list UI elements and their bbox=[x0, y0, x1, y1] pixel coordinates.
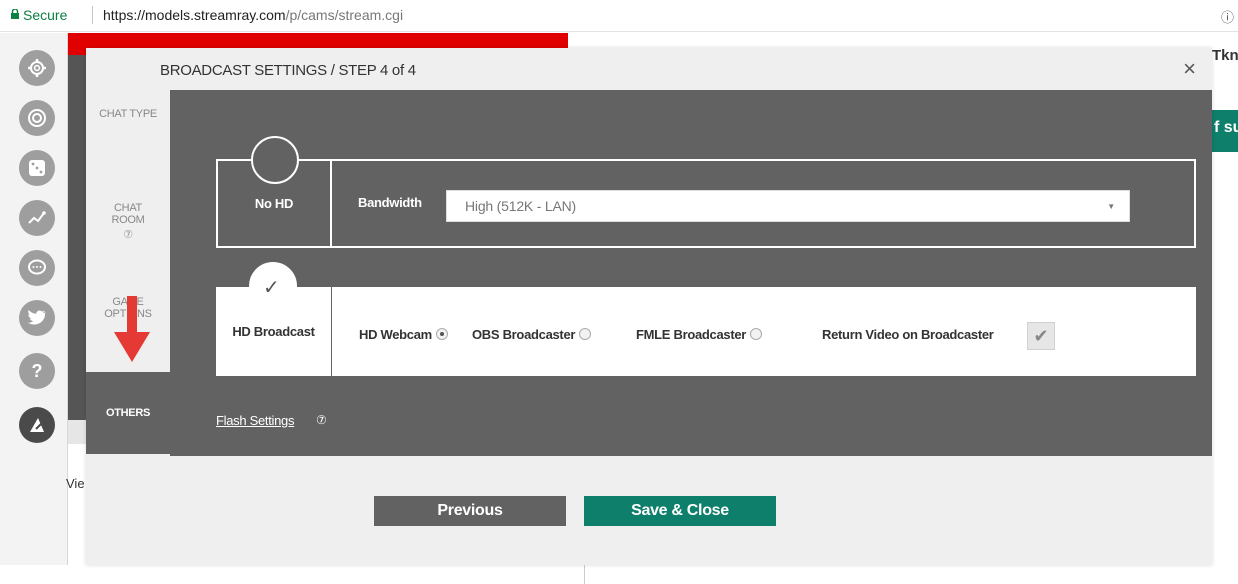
return-video-label: Return Video on Broadcaster bbox=[822, 327, 994, 342]
broadcast-settings-modal: BROADCAST SETTINGS / STEP 4 of 4 × CHAT … bbox=[86, 48, 1212, 565]
secure-label: Secure bbox=[23, 7, 68, 23]
help-icon[interactable]: ? bbox=[19, 353, 55, 389]
background-text: Vie bbox=[66, 476, 85, 491]
bandwidth-value: High (512K - LAN) bbox=[465, 198, 576, 214]
help-icon[interactable]: ⑦ bbox=[86, 229, 170, 241]
background-video bbox=[68, 55, 86, 420]
settings-panel bbox=[170, 90, 1212, 456]
tab-chat-room[interactable]: CHAT ROOM ⑦ bbox=[86, 202, 170, 241]
hd-broadcast-row: ✓ HD Broadcast HD Webcam OBS Broadcaster… bbox=[216, 262, 1196, 376]
return-video-checkbox[interactable]: ✔ bbox=[1027, 322, 1055, 350]
lock-icon bbox=[11, 9, 19, 19]
tab-label: CHAT bbox=[114, 202, 142, 214]
hd-webcam-option[interactable]: HD Webcam bbox=[359, 327, 448, 342]
dice-icon[interactable] bbox=[19, 150, 55, 186]
url-host: https://models.streamray.com bbox=[103, 7, 286, 23]
previous-button[interactable]: Previous bbox=[374, 496, 566, 526]
background-bar bbox=[68, 420, 86, 444]
tab-chat-type[interactable]: CHAT TYPE bbox=[86, 108, 170, 120]
arrow-icon bbox=[114, 296, 150, 362]
chart-icon[interactable] bbox=[19, 200, 55, 236]
tab-label: OTHERS bbox=[105, 407, 151, 419]
obs-broadcaster-label: OBS Broadcaster bbox=[472, 327, 576, 342]
background-lower-panel bbox=[0, 565, 585, 584]
settings-tabs: CHAT TYPE CHAT ROOM ⑦ GAME OPTIONS OTHER… bbox=[86, 90, 170, 456]
modal-title: BROADCAST SETTINGS / STEP 4 of 4 bbox=[160, 62, 416, 79]
hd-webcam-label: HD Webcam bbox=[359, 327, 432, 342]
left-rail: ? bbox=[0, 33, 68, 584]
return-video-option: Return Video on Broadcaster bbox=[822, 327, 994, 342]
obs-broadcaster-radio[interactable] bbox=[579, 327, 592, 340]
tab-label: CHAT TYPE bbox=[99, 108, 157, 120]
twitter-icon[interactable] bbox=[19, 300, 55, 336]
save-close-button[interactable]: Save & Close bbox=[584, 496, 776, 526]
bandwidth-label: Bandwidth bbox=[358, 195, 422, 210]
fmle-broadcaster-label: FMLE Broadcaster bbox=[636, 327, 747, 342]
no-hd-label: No HD bbox=[218, 161, 332, 246]
url-path: /p/cams/stream.cgi bbox=[285, 7, 404, 23]
address-bar[interactable]: Secure https://models.streamray.com/p/ca… bbox=[0, 0, 1238, 32]
edit-icon[interactable] bbox=[19, 407, 55, 443]
target-icon[interactable] bbox=[19, 100, 55, 136]
close-icon[interactable]: × bbox=[1183, 58, 1196, 80]
help-icon[interactable]: ⑦ bbox=[316, 413, 327, 427]
bandwidth-select[interactable]: High (512K - LAN) ▼ bbox=[446, 190, 1130, 222]
hd-webcam-radio[interactable] bbox=[435, 327, 448, 340]
tab-others[interactable]: OTHERS bbox=[86, 372, 170, 454]
gear-icon[interactable] bbox=[19, 50, 55, 86]
flash-settings-link[interactable]: Flash Settings bbox=[216, 413, 294, 428]
hd-broadcast-label: HD Broadcast bbox=[216, 287, 332, 376]
fmle-broadcaster-radio[interactable] bbox=[750, 327, 763, 340]
url-text[interactable]: https://models.streamray.com/p/cams/stre… bbox=[103, 7, 403, 23]
chat-icon[interactable] bbox=[19, 250, 55, 286]
divider bbox=[92, 6, 93, 24]
obs-broadcaster-option[interactable]: OBS Broadcaster bbox=[472, 327, 592, 342]
tab-label: ROOM bbox=[111, 214, 145, 226]
no-hd-row: No HD Bandwidth High (512K - LAN) ▼ bbox=[216, 136, 1196, 248]
background-green-banner: f su bbox=[1212, 110, 1238, 152]
chevron-down-icon: ▼ bbox=[1107, 202, 1115, 211]
background-right-text: Tkn bbox=[1212, 47, 1238, 64]
fmle-broadcaster-option[interactable]: FMLE Broadcaster bbox=[636, 327, 763, 342]
info-icon[interactable]: ⓘ bbox=[1221, 7, 1234, 26]
